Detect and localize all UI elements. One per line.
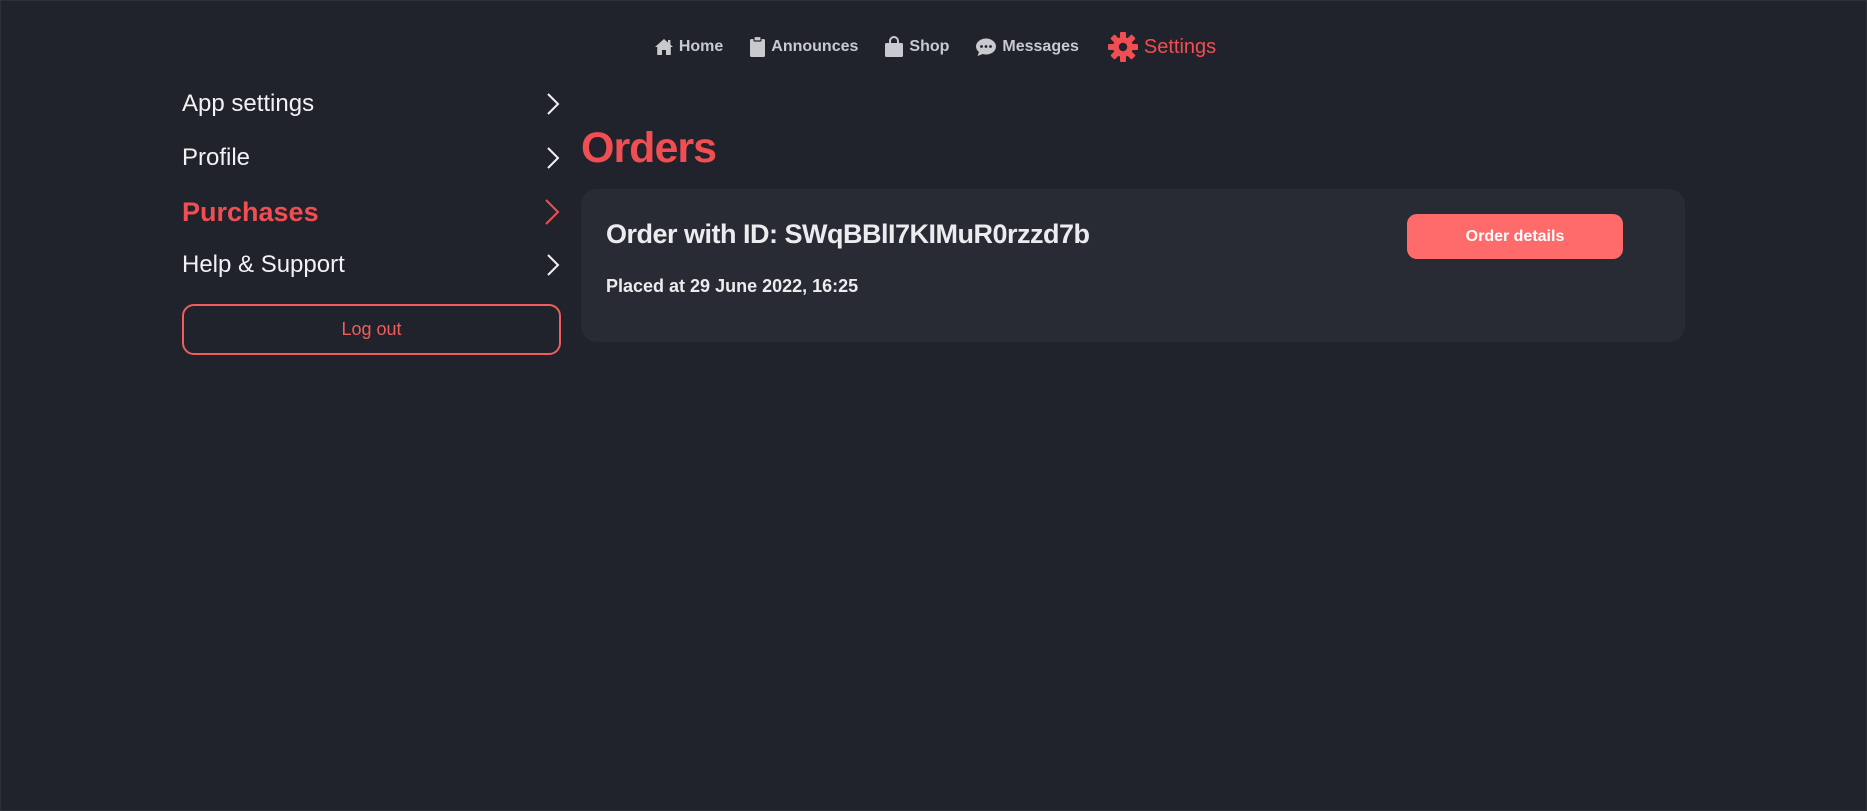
home-icon	[654, 39, 673, 55]
sidebar-item-help-support[interactable]: Help & Support	[182, 250, 563, 280]
nav-item-settings[interactable]: Settings	[1107, 31, 1216, 63]
order-placed-date: Placed at 29 June 2022, 16:25	[606, 276, 859, 296]
sidebar-item-profile[interactable]: Profile	[182, 143, 563, 173]
settings-sidebar: App settings Profile Purchases Help & Su…	[182, 89, 563, 355]
nav-item-label: Announces	[771, 38, 859, 55]
sidebar-item-label: Help & Support	[182, 251, 345, 278]
chevron-right-icon	[547, 254, 560, 276]
order-card: Order with ID: SWqBBlI7KIMuR0rzzd7b Plac…	[581, 189, 1685, 342]
clipboard-icon	[750, 36, 766, 57]
nav-item-label: Messages	[1002, 38, 1079, 55]
chevron-right-icon	[547, 93, 560, 115]
gear-icon	[1107, 32, 1138, 62]
sidebar-item-label: App settings	[182, 90, 315, 117]
nav-item-shop[interactable]: Shop	[884, 36, 949, 58]
nav-item-label: Settings	[1143, 35, 1217, 58]
shopping-bag-icon	[885, 36, 904, 57]
sidebar-item-app-settings[interactable]: App settings	[182, 89, 563, 119]
chat-bubble-icon	[976, 38, 997, 56]
page-title: Orders	[581, 124, 717, 172]
nav-item-label: Home	[678, 38, 724, 55]
top-navigation: Home Announces Shop Messages Settings	[1, 31, 1867, 63]
nav-item-messages[interactable]: Messages	[975, 37, 1079, 57]
nav-item-home[interactable]: Home	[654, 37, 723, 57]
chevron-right-icon	[547, 147, 560, 169]
logout-button[interactable]: Log out	[182, 304, 561, 355]
chevron-right-icon	[545, 199, 560, 225]
order-id: Order with ID: SWqBBlI7KIMuR0rzzd7b	[606, 219, 1090, 249]
nav-item-announces[interactable]: Announces	[749, 36, 858, 58]
sidebar-item-label: Profile	[182, 144, 251, 171]
top-navigation-items: Home Announces Shop Messages Settings	[654, 31, 1216, 63]
sidebar-item-purchases[interactable]: Purchases	[182, 197, 563, 227]
order-details-button[interactable]: Order details	[1407, 214, 1623, 259]
sidebar-item-label: Purchases	[182, 196, 319, 227]
nav-item-label: Shop	[909, 38, 950, 55]
